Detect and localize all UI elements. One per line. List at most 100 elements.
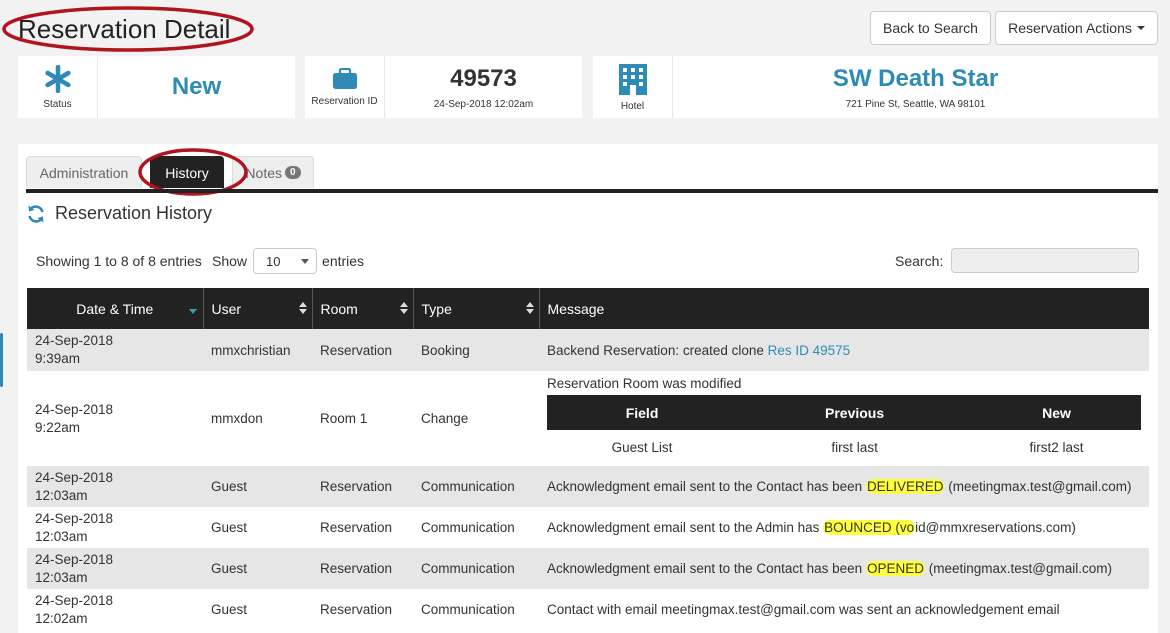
room-cell: Reservation (312, 329, 413, 371)
caret-down-icon (1136, 26, 1145, 30)
column-header-user-label: User (211, 300, 242, 317)
status-highlight: OPENED (865, 561, 925, 576)
message-text: Acknowledgment email sent to the Contact… (547, 561, 866, 576)
entries-info: Showing 1 to 8 of 8 entries (36, 253, 202, 269)
message-cell: Acknowledgment email sent to the Admin h… (539, 507, 1149, 548)
reservation-date: 24-Sep-2018 12:02am (433, 98, 534, 110)
type-cell: Communication (413, 466, 539, 507)
date-text: 24-Sep-2018 (35, 510, 114, 526)
table-row: 24-Sep-2018 12:03am Guest Reservation Com… (27, 466, 1149, 507)
room-cell: Room 1 (312, 371, 413, 466)
type-cell: Communication (413, 589, 539, 630)
table-row: 24-Sep-2018 9:39am mmxchristian Reservati… (27, 329, 1149, 371)
page-size-select[interactable]: 10 (253, 248, 318, 274)
change-new-value: first2 last (1029, 440, 1084, 455)
message-text: Backend Reservation: created clone (547, 342, 768, 358)
room-cell: Reservation (312, 466, 413, 507)
date-text: 24-Sep-2018 (35, 592, 114, 608)
date-cell: 24-Sep-2018 9:22am (27, 371, 203, 466)
message-cell: Acknowledgment email sent to the Contact… (539, 466, 1149, 507)
room-cell: Reservation (312, 589, 413, 630)
column-header-date-label: Date & Time (76, 300, 154, 317)
user-cell: mmxdon (203, 371, 312, 466)
date-text: 24-Sep-2018 (35, 333, 114, 348)
time-text: 12:03am (35, 569, 88, 585)
search-input[interactable] (951, 248, 1139, 273)
tab-underline (26, 189, 1158, 193)
sort-icon (399, 302, 408, 314)
user-cell: Guest (203, 589, 312, 630)
date-text: 24-Sep-2018 (35, 551, 114, 567)
table-row: 24-Sep-2018 12:03am Guest Reservation Com… (27, 548, 1149, 589)
column-header-message: Message (539, 288, 1149, 329)
status-highlight: DELIVERED (865, 479, 945, 494)
history-table: Date & Time User Room Type Message 24-Se… (27, 288, 1149, 630)
res-id-link[interactable]: Res ID 49575 (768, 343, 851, 358)
user-cell: Guest (203, 466, 312, 507)
message-text: Reservation Room was modified (547, 376, 742, 391)
change-detail-table: Field Previous New Guest List first last… (547, 395, 1141, 465)
status-value: New (171, 73, 222, 100)
briefcase-icon (332, 67, 357, 89)
date-cell: 24-Sep-2018 12:03am (27, 466, 203, 507)
date-text: 24-Sep-2018 (35, 401, 114, 417)
status-card: Status New (18, 56, 295, 118)
date-cell: 24-Sep-2018 9:39am (27, 329, 203, 371)
change-previous-value: first last (831, 440, 878, 455)
message-cell: Backend Reservation: created clone Res I… (539, 329, 1149, 371)
type-cell: Booking (413, 329, 539, 371)
entries-label: entries (322, 253, 365, 269)
reservation-id-value: 49573 (450, 64, 517, 92)
time-text: 12:02am (35, 610, 88, 626)
sort-desc-icon (188, 309, 197, 314)
message-suffix: (meetingmax.test@gmail.com) (944, 479, 1132, 494)
time-text: 12:03am (35, 487, 88, 503)
room-cell: Reservation (312, 548, 413, 589)
sort-icon (298, 302, 307, 314)
column-header-user[interactable]: User (203, 288, 313, 329)
date-text: 24-Sep-2018 (35, 469, 114, 485)
column-header-date[interactable]: Date & Time (27, 288, 204, 329)
change-header-field: Field (547, 395, 738, 430)
date-cell: 24-Sep-2018 12:03am (27, 548, 203, 589)
table-row: 24-Sep-2018 12:02am Guest Reservation Com… (27, 589, 1149, 630)
message-text: Acknowledgment email sent to the Admin h… (547, 520, 824, 535)
type-cell: Communication (413, 548, 539, 589)
column-header-type-label: Type (421, 300, 452, 317)
side-drawer-handle[interactable] (0, 333, 3, 387)
hotel-address: 721 Pine St, Seattle, WA 98101 (845, 98, 986, 110)
reservation-actions-label: Reservation Actions (1008, 20, 1132, 36)
section-title: Reservation History (26, 203, 212, 224)
notes-count-badge: 0 (285, 166, 301, 179)
page-title-area: Reservation Detail (2, 4, 254, 52)
section-title-text: Reservation History (55, 203, 213, 223)
type-cell: Change (413, 371, 539, 466)
reservation-actions-button[interactable]: Reservation Actions (995, 11, 1158, 45)
time-text: 12:03am (35, 528, 88, 544)
message-suffix: (meetingmax.test@gmail.com) (924, 561, 1112, 576)
asterisk-icon (44, 64, 71, 93)
sort-icon (525, 302, 534, 314)
message-cell: Acknowledgment email sent to the Contact… (539, 548, 1149, 589)
tab-notes-label: Notes (245, 164, 282, 181)
back-to-search-button[interactable]: Back to Search (870, 11, 991, 45)
change-header-previous: Previous (737, 395, 973, 430)
room-cell: Reservation (312, 507, 413, 548)
hotel-caption: Hotel (620, 100, 645, 112)
user-cell: Guest (203, 548, 312, 589)
change-field-value: Guest List (611, 440, 673, 455)
date-cell: 24-Sep-2018 12:03am (27, 507, 203, 548)
table-row: 24-Sep-2018 12:03am Guest Reservation Com… (27, 507, 1149, 548)
column-header-type[interactable]: Type (413, 288, 540, 329)
message-suffix: id@mmxreservations.com) (915, 520, 1076, 535)
refresh-icon[interactable] (26, 204, 46, 224)
reservation-icon-cell: Reservation ID (305, 56, 385, 118)
column-header-message-label: Message (547, 300, 605, 317)
column-header-room[interactable]: Room (312, 288, 414, 329)
user-cell: mmxchristian (203, 329, 312, 371)
search-label: Search: (895, 253, 944, 269)
building-icon (618, 63, 647, 95)
tab-administration[interactable]: Administration (26, 156, 142, 188)
page-title: Reservation Detail (18, 14, 231, 44)
column-header-room-label: Room (320, 300, 358, 317)
